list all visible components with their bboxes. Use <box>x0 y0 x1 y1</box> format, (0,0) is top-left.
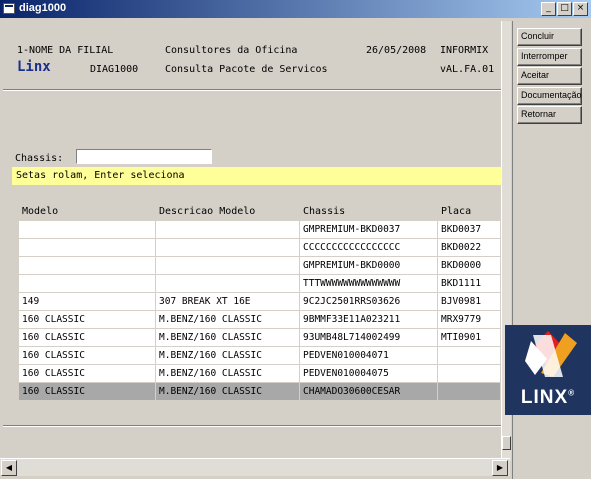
cell-chassis[interactable]: CCCCCCCCCCCCCCCCC <box>300 239 438 257</box>
cell-placa[interactable]: BKD0000 <box>438 257 501 275</box>
cell-descricao[interactable] <box>156 257 300 275</box>
table-row[interactable]: CCCCCCCCCCCCCCCCC BKD0022 <box>19 239 501 257</box>
cell-chassis[interactable]: PEDVEN010004071 <box>300 347 438 365</box>
linx-logo-mark <box>525 331 577 377</box>
column-header-modelo[interactable]: Modelo <box>22 206 58 217</box>
cell-descricao[interactable]: M.BENZ/160 CLASSIC <box>156 383 300 401</box>
cell-chassis[interactable]: GMPREMIUM-BKD0000 <box>300 257 438 275</box>
cell-modelo[interactable]: 160 CLASSIC <box>19 347 156 365</box>
chassis-input[interactable] <box>76 149 212 164</box>
cell-placa[interactable]: BKD0022 <box>438 239 501 257</box>
brand-label: Linx <box>17 59 51 75</box>
chassis-label: Chassis: <box>15 153 64 164</box>
cell-modelo[interactable] <box>19 221 156 239</box>
column-header-descricao[interactable]: Descricao Modelo <box>159 206 255 217</box>
table-row[interactable]: TTTWWWWWWWWWWWWWW BKD1111 <box>19 275 501 293</box>
version-label: vAL.FA.01 <box>440 64 495 75</box>
header-date: 26/05/2008 <box>366 45 427 56</box>
table-row[interactable]: 160 CLASSIC M.BENZ/160 CLASSIC 93UMB48L714… <box>19 329 501 347</box>
cell-descricao[interactable]: M.BENZ/160 CLASSIC <box>156 329 300 347</box>
report-header: 1-NOME DA FILIAL Consultores da Oficina … <box>3 21 510 89</box>
linx-logo-text: LINX® <box>520 387 576 408</box>
cell-descricao[interactable] <box>156 221 300 239</box>
table-header: Modelo Descricao Modelo Chassis Placa <box>19 203 501 221</box>
scroll-left-button[interactable]: ◀ <box>1 460 17 476</box>
window-title-bar[interactable]: diag1000 _ □ × <box>0 0 591 18</box>
cell-placa[interactable]: MRX9779 <box>438 311 501 329</box>
cell-chassis[interactable]: GMPREMIUM-BKD0037 <box>300 221 438 239</box>
retornar-button[interactable]: Retornar <box>517 106 582 124</box>
cell-chassis[interactable]: 9C2JC2501RRS03626 <box>300 293 438 311</box>
cell-chassis[interactable]: 93UMB48L714002499 <box>300 329 438 347</box>
header-divider <box>3 89 510 91</box>
table-row[interactable]: GMPREMIUM-BKD0000 BKD0000 <box>19 257 501 275</box>
hint-bar: Setas rolam, Enter seleciona <box>12 167 501 185</box>
system-name: INFORMIX <box>440 45 489 56</box>
table-row[interactable]: 160 CLASSIC M.BENZ/160 CLASSIC PEDVEN01000… <box>19 347 501 365</box>
cell-descricao[interactable]: M.BENZ/160 CLASSIC <box>156 311 300 329</box>
cell-descricao[interactable]: M.BENZ/160 CLASSIC <box>156 347 300 365</box>
cell-descricao[interactable] <box>156 239 300 257</box>
cell-modelo[interactable] <box>19 257 156 275</box>
app-icon <box>3 3 15 14</box>
cell-modelo[interactable] <box>19 275 156 293</box>
window-title: diag1000 <box>19 2 67 14</box>
program-code: DIAG1000 <box>90 64 139 75</box>
cell-modelo[interactable]: 160 CLASSIC <box>19 329 156 347</box>
scroll-thumb[interactable] <box>502 436 511 450</box>
cell-modelo[interactable]: 160 CLASSIC <box>19 383 156 401</box>
screen-title: Consulta Pacote de Servicos <box>165 64 328 75</box>
documentacao-button[interactable]: Documentação <box>517 87 582 105</box>
table-row[interactable]: 160 CLASSIC M.BENZ/160 CLASSIC CHAMADO3060… <box>19 383 501 401</box>
cell-modelo[interactable]: 149 <box>19 293 156 311</box>
cell-chassis[interactable]: 9BMMF33E11A023211 <box>300 311 438 329</box>
cell-placa[interactable] <box>438 383 501 401</box>
cell-placa[interactable]: BJV0981 <box>438 293 501 311</box>
cell-modelo[interactable]: 160 CLASSIC <box>19 365 156 383</box>
cell-chassis[interactable]: TTTWWWWWWWWWWWWWW <box>300 275 438 293</box>
table-row[interactable]: 149 307 BREAK XT 16E 9C2JC2501RRS03626 BJV0… <box>19 293 501 311</box>
close-button[interactable]: × <box>573 2 588 16</box>
aceitar-button[interactable]: Aceitar <box>517 67 582 85</box>
horizontal-scrollbar[interactable]: ◀ ▶ <box>0 458 510 476</box>
branch-name: 1-NOME DA FILIAL <box>17 45 114 56</box>
main-panel: 1-NOME DA FILIAL Consultores da Oficina … <box>3 21 511 461</box>
footer-divider <box>3 425 510 427</box>
interromper-button[interactable]: Interromper <box>517 48 582 66</box>
module-name: Consultores da Oficina <box>165 45 298 56</box>
cell-placa[interactable]: BKD1111 <box>438 275 501 293</box>
column-header-placa[interactable]: Placa <box>441 206 471 217</box>
table-row[interactable]: 160 CLASSIC M.BENZ/160 CLASSIC 9BMMF33E11A… <box>19 311 501 329</box>
cell-modelo[interactable] <box>19 239 156 257</box>
cell-placa[interactable] <box>438 347 501 365</box>
cell-descricao[interactable]: 307 BREAK XT 16E <box>156 293 300 311</box>
cell-chassis[interactable]: CHAMADO30600CESAR <box>300 383 438 401</box>
cell-chassis[interactable]: PEDVEN010004075 <box>300 365 438 383</box>
concluir-button[interactable]: Concluir <box>517 28 582 46</box>
cell-placa[interactable]: BKD0037 <box>438 221 501 239</box>
cell-placa[interactable] <box>438 365 501 383</box>
minimize-button[interactable]: _ <box>541 2 556 16</box>
table-body: GMPREMIUM-BKD0037 BKD0037 CCCCCCCCCCCCCCCC… <box>19 221 501 401</box>
scroll-right-button[interactable]: ▶ <box>492 460 508 476</box>
cell-placa[interactable]: MTI0901 <box>438 329 501 347</box>
maximize-button[interactable]: □ <box>557 2 572 16</box>
cell-descricao[interactable] <box>156 275 300 293</box>
column-header-chassis[interactable]: Chassis <box>303 206 345 217</box>
cell-descricao[interactable]: M.BENZ/160 CLASSIC <box>156 365 300 383</box>
table-row[interactable]: 160 CLASSIC M.BENZ/160 CLASSIC PEDVEN01000… <box>19 365 501 383</box>
table-row[interactable]: GMPREMIUM-BKD0037 BKD0037 <box>19 221 501 239</box>
results-table: Modelo Descricao Modelo Chassis Placa GM… <box>19 203 501 405</box>
linx-logo: LINX® <box>505 325 591 415</box>
cell-modelo[interactable]: 160 CLASSIC <box>19 311 156 329</box>
